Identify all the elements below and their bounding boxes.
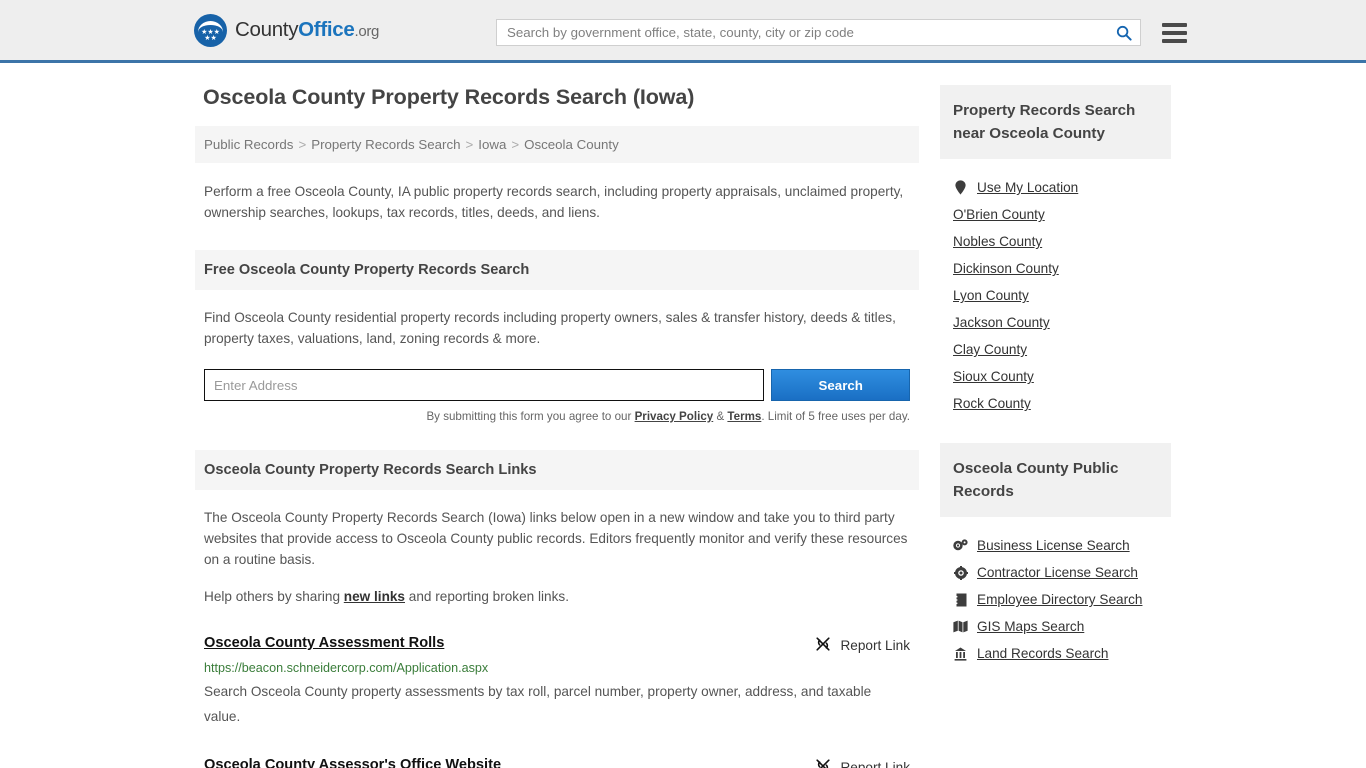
site-logo[interactable]: ★★★ ★★ CountyOffice.org xyxy=(194,13,379,47)
map-pin-icon xyxy=(953,180,968,195)
cogs-icon xyxy=(953,539,968,552)
breadcrumb-separator: > xyxy=(298,137,307,152)
broken-link-icon xyxy=(815,636,831,655)
result-header: Osceola County Assessor's Office Website… xyxy=(204,757,910,768)
sidebar-item-use-my-location[interactable]: Use My Location xyxy=(953,159,1158,195)
search-icon[interactable] xyxy=(1115,24,1132,41)
sidebar-item-land-records-search[interactable]: Land Records Search xyxy=(953,634,1158,661)
breadcrumb-item-public-records[interactable]: Public Records xyxy=(204,137,293,152)
logo-text-county: County xyxy=(235,18,299,41)
sidebar-link[interactable]: Business License Search xyxy=(977,538,1130,553)
sidebar-link[interactable]: Use My Location xyxy=(977,180,1078,195)
logo-text-org: .org xyxy=(354,23,380,40)
sidebar-item-obrien-county[interactable]: O'Brien County xyxy=(953,195,1158,222)
sidebar-link[interactable]: Contractor License Search xyxy=(977,565,1138,580)
address-book-icon xyxy=(953,593,968,607)
page-body: Osceola County Property Records Search (… xyxy=(0,63,1366,768)
eagle-seal-icon: ★★★ ★★ xyxy=(194,13,227,47)
free-search-description: Find Osceola County residential property… xyxy=(204,310,896,346)
sidebar-item-jackson-county[interactable]: Jackson County xyxy=(953,303,1158,330)
address-input[interactable] xyxy=(204,369,765,401)
report-link-button[interactable]: Report Link xyxy=(815,757,910,768)
sidebar-item-gis-maps-search[interactable]: GIS Maps Search xyxy=(953,607,1158,634)
breadcrumb-separator: > xyxy=(511,137,520,152)
sidebar-link[interactable]: O'Brien County xyxy=(953,207,1045,222)
breadcrumb: Public Records > Property Records Search > I… xyxy=(195,126,919,163)
logo-wordmark: CountyOffice.org xyxy=(235,18,379,42)
sidebar-public-records-block: Osceola County Public Records Business L… xyxy=(940,443,1171,661)
main-column: Osceola County Property Records Search (… xyxy=(195,85,919,768)
sidebar-item-lyon-county[interactable]: Lyon County xyxy=(953,276,1158,303)
result-item: Osceola County Assessor's Office Website… xyxy=(195,757,919,768)
sidebar-item-contractor-license-search[interactable]: Contractor License Search xyxy=(953,553,1158,580)
free-search-description-wrap: Find Osceola County residential property… xyxy=(195,290,919,349)
sidebar-link[interactable]: Employee Directory Search xyxy=(977,592,1142,607)
links-section-paragraph: The Osceola County Property Records Sear… xyxy=(204,510,908,567)
sidebar-nearby-list: Use My Location O'Brien County Nobles Co… xyxy=(940,159,1171,411)
sidebar-public-records-heading: Osceola County Public Records xyxy=(940,443,1171,517)
sidebar-link[interactable]: Sioux County xyxy=(953,369,1034,384)
page-title: Osceola County Property Records Search (… xyxy=(203,85,695,109)
sidebar-nearby-heading: Property Records Search near Osceola Cou… xyxy=(940,85,1171,159)
terms-link[interactable]: Terms xyxy=(727,410,761,423)
result-header: Osceola County Assessment Rolls Report L… xyxy=(204,635,910,655)
result-item: Osceola County Assessment Rolls Report L… xyxy=(195,635,919,729)
disclaimer-amp: & xyxy=(713,410,728,423)
sidebar-link[interactable]: Nobles County xyxy=(953,234,1042,249)
sidebar-item-rock-county[interactable]: Rock County xyxy=(953,384,1158,411)
sidebar-item-sioux-county[interactable]: Sioux County xyxy=(953,357,1158,384)
breadcrumb-separator: > xyxy=(465,137,474,152)
breadcrumb-item-property-records-search[interactable]: Property Records Search xyxy=(311,137,460,152)
new-links-link[interactable]: new links xyxy=(344,589,405,604)
privacy-policy-link[interactable]: Privacy Policy xyxy=(635,410,714,423)
sidebar-nearby-block: Property Records Search near Osceola Cou… xyxy=(940,85,1171,411)
breadcrumb-item-iowa[interactable]: Iowa xyxy=(478,137,506,152)
sidebar-link[interactable]: Land Records Search xyxy=(977,646,1108,661)
sidebar-item-business-license-search[interactable]: Business License Search xyxy=(953,517,1158,553)
report-link-label: Report Link xyxy=(840,638,910,653)
result-title-link[interactable]: Osceola County Assessor's Office Website xyxy=(204,757,501,768)
sidebar: Property Records Search near Osceola Cou… xyxy=(940,85,1171,661)
page-intro-text: Perform a free Osceola County, IA public… xyxy=(204,184,904,220)
sidebar-link[interactable]: Lyon County xyxy=(953,288,1029,303)
sidebar-public-records-list: Business License Search Contractor Licen… xyxy=(940,517,1171,661)
header-search-area xyxy=(496,19,1187,46)
address-search-button[interactable]: Search xyxy=(771,369,910,401)
sidebar-link[interactable]: Jackson County xyxy=(953,315,1050,330)
global-search-input[interactable] xyxy=(507,25,1115,40)
help-text-post: and reporting broken links. xyxy=(405,589,569,604)
form-disclaimer: By submitting this form you agree to our… xyxy=(204,410,910,423)
disclaimer-text-pre: By submitting this form you agree to our xyxy=(426,410,635,423)
sidebar-link[interactable]: Dickinson County xyxy=(953,261,1059,276)
logo-text-office: Office xyxy=(298,18,355,41)
sidebar-link[interactable]: Clay County xyxy=(953,342,1027,357)
links-section-heading: Osceola County Property Records Search L… xyxy=(195,450,919,490)
sidebar-link[interactable]: Rock County xyxy=(953,396,1031,411)
sidebar-item-nobles-county[interactable]: Nobles County xyxy=(953,222,1158,249)
breadcrumb-item-osceola-county[interactable]: Osceola County xyxy=(524,137,619,152)
result-url: https://beacon.schneidercorp.com/Applica… xyxy=(204,661,489,675)
result-description: Search Osceola County property assessmen… xyxy=(204,684,872,724)
sidebar-item-employee-directory-search[interactable]: Employee Directory Search xyxy=(953,580,1158,607)
address-search-form: Search xyxy=(204,369,910,401)
hamburger-menu-icon[interactable] xyxy=(1162,22,1187,43)
gear-icon xyxy=(953,565,968,580)
site-header: ★★★ ★★ CountyOffice.org xyxy=(0,0,1366,63)
help-text-pre: Help others by sharing xyxy=(204,589,344,604)
free-search-heading: Free Osceola County Property Records Sea… xyxy=(195,250,919,290)
disclaimer-text-post: . Limit of 5 free uses per day. xyxy=(761,410,910,423)
links-section-body: The Osceola County Property Records Sear… xyxy=(195,490,919,607)
sidebar-item-clay-county[interactable]: Clay County xyxy=(953,330,1158,357)
links-section-help: Help others by sharing new links and rep… xyxy=(204,586,910,607)
report-link-label: Report Link xyxy=(840,760,910,768)
landmark-icon xyxy=(953,647,968,661)
global-search-box[interactable] xyxy=(496,19,1141,46)
broken-link-icon xyxy=(815,758,831,768)
sidebar-item-dickinson-county[interactable]: Dickinson County xyxy=(953,249,1158,276)
map-icon xyxy=(953,620,968,633)
sidebar-link[interactable]: GIS Maps Search xyxy=(977,619,1084,634)
report-link-button[interactable]: Report Link xyxy=(815,635,910,655)
content-container: Osceola County Property Records Search (… xyxy=(195,85,1171,768)
result-title-link[interactable]: Osceola County Assessment Rolls xyxy=(204,635,444,651)
